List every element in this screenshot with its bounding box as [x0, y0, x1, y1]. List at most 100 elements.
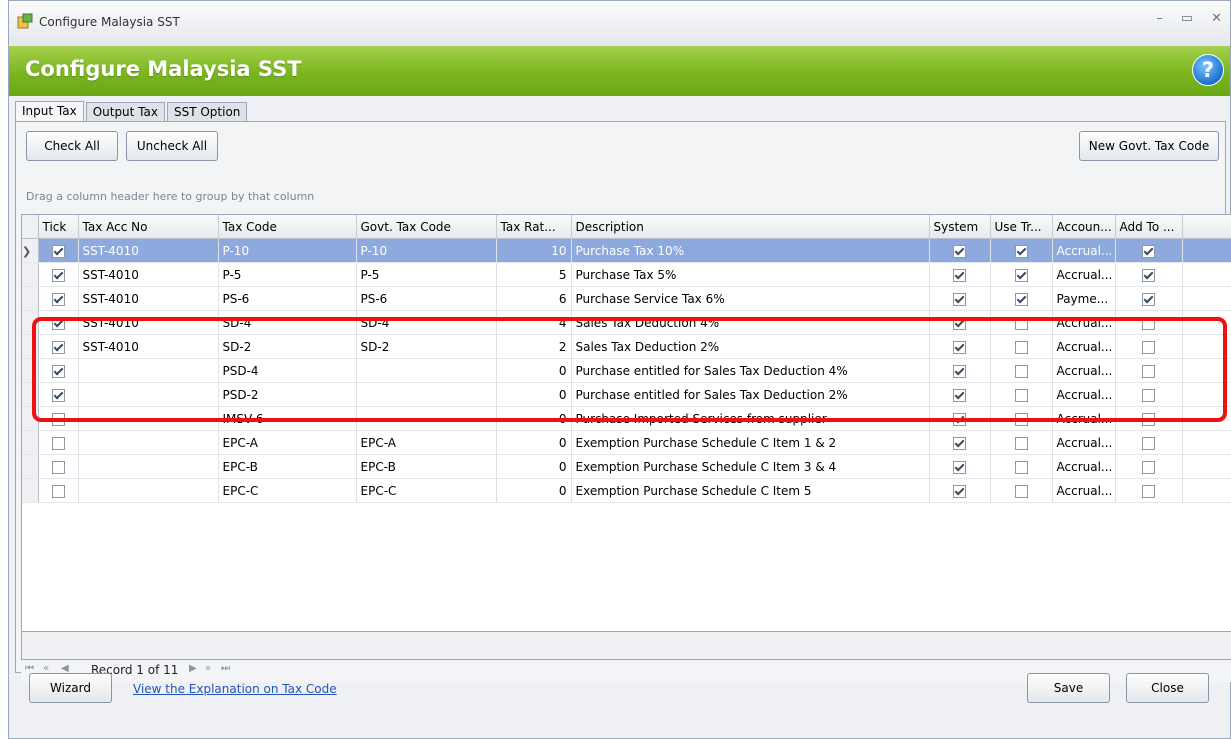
use-tr-cell[interactable]	[990, 406, 1053, 431]
table-row[interactable]: EPC-A EPC-A 0 Exemption Purchase Schedule C…	[22, 430, 1231, 455]
add-to-cell[interactable]	[1115, 358, 1183, 383]
row-indicator[interactable]	[22, 286, 39, 311]
use-tr-checkbox[interactable]	[1014, 412, 1028, 426]
table-row[interactable]: SST-4010 P-5 P-5 5 Purchase Tax 5% Accrual...	[22, 262, 1231, 287]
use-tr-cell[interactable]	[990, 238, 1053, 263]
tick-cell[interactable]	[38, 310, 79, 335]
system-cell[interactable]	[929, 238, 991, 263]
col-header-tax-rate[interactable]: Tax Rat...	[496, 215, 572, 239]
tick-checkbox[interactable]	[51, 316, 65, 330]
add-to-cell[interactable]	[1115, 310, 1183, 335]
next-record-icon[interactable]: ▶	[189, 663, 197, 674]
add-to-checkbox[interactable]	[1142, 244, 1155, 258]
add-to-checkbox[interactable]	[1142, 460, 1155, 474]
add-to-checkbox[interactable]	[1142, 412, 1155, 426]
system-cell[interactable]	[929, 262, 991, 287]
add-to-cell[interactable]	[1115, 334, 1183, 359]
system-checkbox[interactable]	[953, 316, 966, 330]
add-to-checkbox[interactable]	[1142, 268, 1155, 282]
tick-cell[interactable]	[38, 238, 79, 263]
use-tr-checkbox[interactable]	[1014, 436, 1028, 450]
last-record-icon[interactable]: ⏭	[221, 663, 230, 674]
use-tr-cell[interactable]	[990, 286, 1053, 311]
save-button[interactable]: Save	[1027, 673, 1110, 703]
add-to-cell[interactable]	[1115, 238, 1183, 263]
tick-checkbox[interactable]	[51, 460, 65, 474]
close-button[interactable]: Close	[1126, 673, 1209, 703]
explanation-link[interactable]: View the Explanation on Tax Code	[133, 682, 337, 696]
system-cell[interactable]	[929, 382, 991, 407]
row-indicator[interactable]	[22, 430, 39, 455]
add-to-cell[interactable]	[1115, 262, 1183, 287]
table-row[interactable]: IMSV-6 0 Purchase Imported Services from s…	[22, 406, 1231, 431]
use-tr-checkbox[interactable]	[1014, 316, 1028, 330]
tab-input-tax[interactable]: Input Tax	[15, 101, 84, 123]
add-to-cell[interactable]	[1115, 454, 1183, 479]
tick-checkbox[interactable]	[51, 268, 65, 282]
use-tr-cell[interactable]	[990, 334, 1053, 359]
system-cell[interactable]	[929, 310, 991, 335]
tick-checkbox[interactable]	[51, 484, 65, 498]
tick-checkbox[interactable]	[51, 412, 65, 426]
tick-checkbox[interactable]	[51, 244, 65, 258]
table-row[interactable]: SST-4010 PS-6 PS-6 6 Purchase Service Tax 6%…	[22, 286, 1231, 311]
col-header-tax-code[interactable]: Tax Code	[218, 215, 357, 239]
tick-checkbox[interactable]	[51, 364, 65, 378]
add-to-checkbox[interactable]	[1142, 292, 1155, 306]
col-header-description[interactable]: Description	[571, 215, 930, 239]
help-icon[interactable]: ?	[1192, 54, 1224, 86]
system-checkbox[interactable]	[953, 484, 966, 498]
tick-cell[interactable]	[38, 454, 79, 479]
table-row[interactable]: EPC-B EPC-B 0 Exemption Purchase Schedule C…	[22, 454, 1231, 479]
use-tr-checkbox[interactable]	[1014, 244, 1028, 258]
add-to-cell[interactable]	[1115, 406, 1183, 431]
system-checkbox[interactable]	[953, 436, 966, 450]
tick-cell[interactable]	[38, 358, 79, 383]
use-tr-checkbox[interactable]	[1014, 364, 1028, 378]
use-tr-checkbox[interactable]	[1014, 340, 1028, 354]
row-indicator[interactable]	[22, 310, 39, 335]
close-icon[interactable]: ✕	[1211, 11, 1222, 26]
col-header-system[interactable]: System	[929, 215, 991, 239]
tick-cell[interactable]	[38, 430, 79, 455]
use-tr-cell[interactable]	[990, 478, 1053, 503]
add-to-checkbox[interactable]	[1142, 364, 1155, 378]
table-row[interactable]: PSD-2 0 Purchase entitled for Sales Tax De…	[22, 382, 1231, 407]
use-tr-checkbox[interactable]	[1014, 388, 1028, 402]
row-indicator[interactable]	[22, 358, 39, 383]
tax-code-grid[interactable]: Tick Tax Acc No Tax Code Govt. Tax Code …	[21, 214, 1231, 632]
system-cell[interactable]	[929, 334, 991, 359]
wizard-button[interactable]: Wizard	[29, 673, 112, 703]
check-all-button[interactable]: Check All	[26, 131, 118, 161]
tick-cell[interactable]	[38, 478, 79, 503]
add-to-checkbox[interactable]	[1142, 340, 1155, 354]
tick-cell[interactable]	[38, 286, 79, 311]
system-checkbox[interactable]	[953, 388, 966, 402]
system-checkbox[interactable]	[953, 364, 966, 378]
system-checkbox[interactable]	[953, 340, 966, 354]
row-indicator[interactable]	[22, 454, 39, 479]
table-row[interactable]: PSD-4 0 Purchase entitled for Sales Tax De…	[22, 358, 1231, 383]
use-tr-checkbox[interactable]	[1014, 460, 1028, 474]
add-to-checkbox[interactable]	[1142, 388, 1155, 402]
col-header-use-tr[interactable]: Use Tr...	[990, 215, 1053, 239]
tick-checkbox[interactable]	[51, 292, 65, 306]
use-tr-cell[interactable]	[990, 454, 1053, 479]
col-header-tax-acc-no[interactable]: Tax Acc No	[78, 215, 219, 239]
next-page-icon[interactable]: »	[205, 663, 211, 674]
system-checkbox[interactable]	[953, 460, 966, 474]
row-indicator[interactable]	[22, 406, 39, 431]
use-tr-cell[interactable]	[990, 310, 1053, 335]
system-cell[interactable]	[929, 406, 991, 431]
use-tr-checkbox[interactable]	[1014, 484, 1028, 498]
add-to-cell[interactable]	[1115, 430, 1183, 455]
system-cell[interactable]	[929, 430, 991, 455]
system-checkbox[interactable]	[953, 412, 966, 426]
row-indicator[interactable]	[22, 334, 39, 359]
use-tr-checkbox[interactable]	[1014, 292, 1028, 306]
add-to-cell[interactable]	[1115, 478, 1183, 503]
col-header-govt-tax-code[interactable]: Govt. Tax Code	[356, 215, 497, 239]
row-indicator[interactable]: ❯	[22, 238, 39, 263]
tab-sst-option[interactable]: SST Option	[166, 102, 248, 122]
uncheck-all-button[interactable]: Uncheck All	[126, 131, 218, 161]
